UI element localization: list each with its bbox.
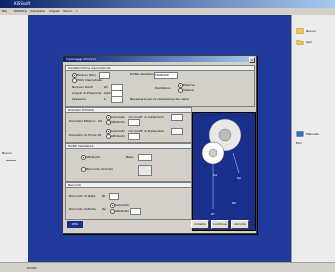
right-item-apri[interactable]: Apri [296, 38, 312, 47]
da-label: Da [98, 119, 103, 123]
raccordi-group: Raccordi Raccordo di Testa Rt Raccordo d… [65, 182, 192, 220]
modulo-label: Modulo (Mn) [77, 73, 96, 77]
df-attribuito-label: Attribuito [111, 134, 126, 138]
da-coeff-input[interactable] [171, 114, 183, 121]
logo: KISS [67, 221, 83, 228]
menu-help[interactable]: ? [76, 9, 78, 13]
df-label: Df [98, 133, 102, 137]
profile-select[interactable]: STANDARD [154, 72, 178, 79]
rp-label: Rp [102, 207, 106, 211]
df-coeff-input[interactable] [171, 128, 183, 135]
numero-denti-label: Numero Denti [72, 85, 93, 89]
dialog-titlebar: Ingranaggi Cilindrici × [63, 56, 256, 63]
right-item-manuale[interactable]: Manuale [296, 130, 319, 139]
rp-calcolato-label: Calcolato [115, 203, 129, 207]
raccordo-testa-label: Raccordo di Testa [69, 194, 96, 198]
b-label: b [104, 97, 106, 101]
label-df: Df [211, 212, 215, 216]
label-db: Db [232, 201, 236, 205]
dialog-title: Ingranaggi Cilindrici [66, 57, 97, 61]
right-item-esci-label: Esci [296, 141, 302, 145]
status-text: Pronto [27, 266, 37, 270]
note-text: Necessario per la valutazione dei valori [130, 97, 190, 101]
open-folder-icon [296, 40, 304, 45]
gear-illustration: Da Dp Db Df [192, 112, 256, 231]
radius-label: Raccordo di fondo [86, 167, 114, 171]
label-da: Da [213, 173, 217, 177]
indietro-button[interactable]: Indietro [191, 220, 209, 229]
gear-diagram: Da Dp Db Df [201, 118, 241, 216]
raccordo-piede-label: Raccordo di Piede [69, 207, 96, 211]
interna-label: Interna [183, 88, 194, 92]
menu-visualizza[interactable]: Visualizza [30, 9, 45, 13]
diameter-group: Diametri Primitivi Diametro Esterno Da C… [65, 107, 192, 143]
esterna-label: Esterna [183, 83, 195, 87]
da-input[interactable] [128, 119, 140, 126]
base-input[interactable] [138, 154, 152, 161]
right-item-nuovo[interactable]: Nuovo [296, 27, 316, 36]
new-document-icon [296, 28, 304, 34]
label-dp: Dp [237, 176, 241, 180]
df-calcolato-label: Calcolato [111, 129, 125, 133]
profile-group: Profilo Dentatura Attribuito Base Raccor… [65, 143, 192, 182]
app-titlebar: KISSsoft [0, 0, 335, 8]
menu-strumenti[interactable]: Strum. [63, 9, 73, 13]
left-panel: Nuovo [0, 15, 29, 262]
spessore-label: Spessore [72, 97, 86, 101]
geometry-group: Caratteristiche Geometriche Modulo (Mn) … [65, 65, 255, 107]
pitch-label: Pitch Diametrale [77, 78, 102, 82]
angolo-label: Angolo di Pressione [72, 91, 102, 95]
app-title: KISSsoft [14, 1, 31, 6]
gear-dialog: Ingranaggi Cilindrici × Caratteristiche … [62, 55, 257, 234]
da-attribuito-label: Attribuito [111, 120, 126, 124]
rp-attribuito-label: Attribuito [115, 209, 130, 213]
diameter-header: Diametri Primitivi [66, 108, 191, 113]
gear-small [201, 141, 225, 165]
right-item-nuovo-label: Nuovo [306, 29, 316, 33]
continua-button[interactable]: Continua [211, 220, 229, 229]
rp-input[interactable] [130, 208, 141, 215]
z1-label: Z1 [104, 85, 108, 89]
menu-file[interactable]: File [2, 9, 7, 13]
diam-esterno-label: Diametro Esterno [69, 119, 96, 123]
profile-header: Profilo Dentatura [66, 144, 191, 149]
diam-fondo-label: Diametro di Fondo [69, 133, 97, 137]
radius-input[interactable] [138, 165, 152, 176]
right-item-manuale-label: Manuale [306, 132, 319, 136]
raccordi-header: Raccordi [66, 183, 191, 188]
left-panel-label[interactable]: Nuovo [2, 151, 12, 155]
menu-modifica[interactable]: Modifica [14, 9, 27, 13]
rt-label: Rt [102, 194, 106, 198]
profile-select-value: STANDARD [155, 74, 169, 77]
b-input[interactable] [111, 96, 123, 103]
close-icon[interactable]: × [249, 57, 255, 63]
menu-impostazioni[interactable]: Impost. [49, 9, 60, 13]
annulla-button[interactable]: Annulla [231, 220, 249, 229]
right-item-apri-label: Apri [306, 40, 313, 44]
geometry-header: Caratteristiche Geometriche [66, 66, 254, 71]
right-panel: Nuovo Apri Manuale Esci [291, 15, 335, 262]
raccordo-label: Attribuito [86, 155, 101, 159]
df-input[interactable] [128, 133, 140, 140]
profile-label: Profilo dentatura [130, 72, 156, 76]
dentatura-label: Dentatura [155, 86, 171, 90]
book-icon [296, 131, 304, 137]
dimension-line-2 [232, 152, 240, 174]
left-panel-divider [6, 160, 16, 161]
rt-input[interactable] [109, 193, 119, 200]
base-label: Base [126, 155, 134, 159]
da-calcolato-label: Calcolato [111, 115, 125, 119]
